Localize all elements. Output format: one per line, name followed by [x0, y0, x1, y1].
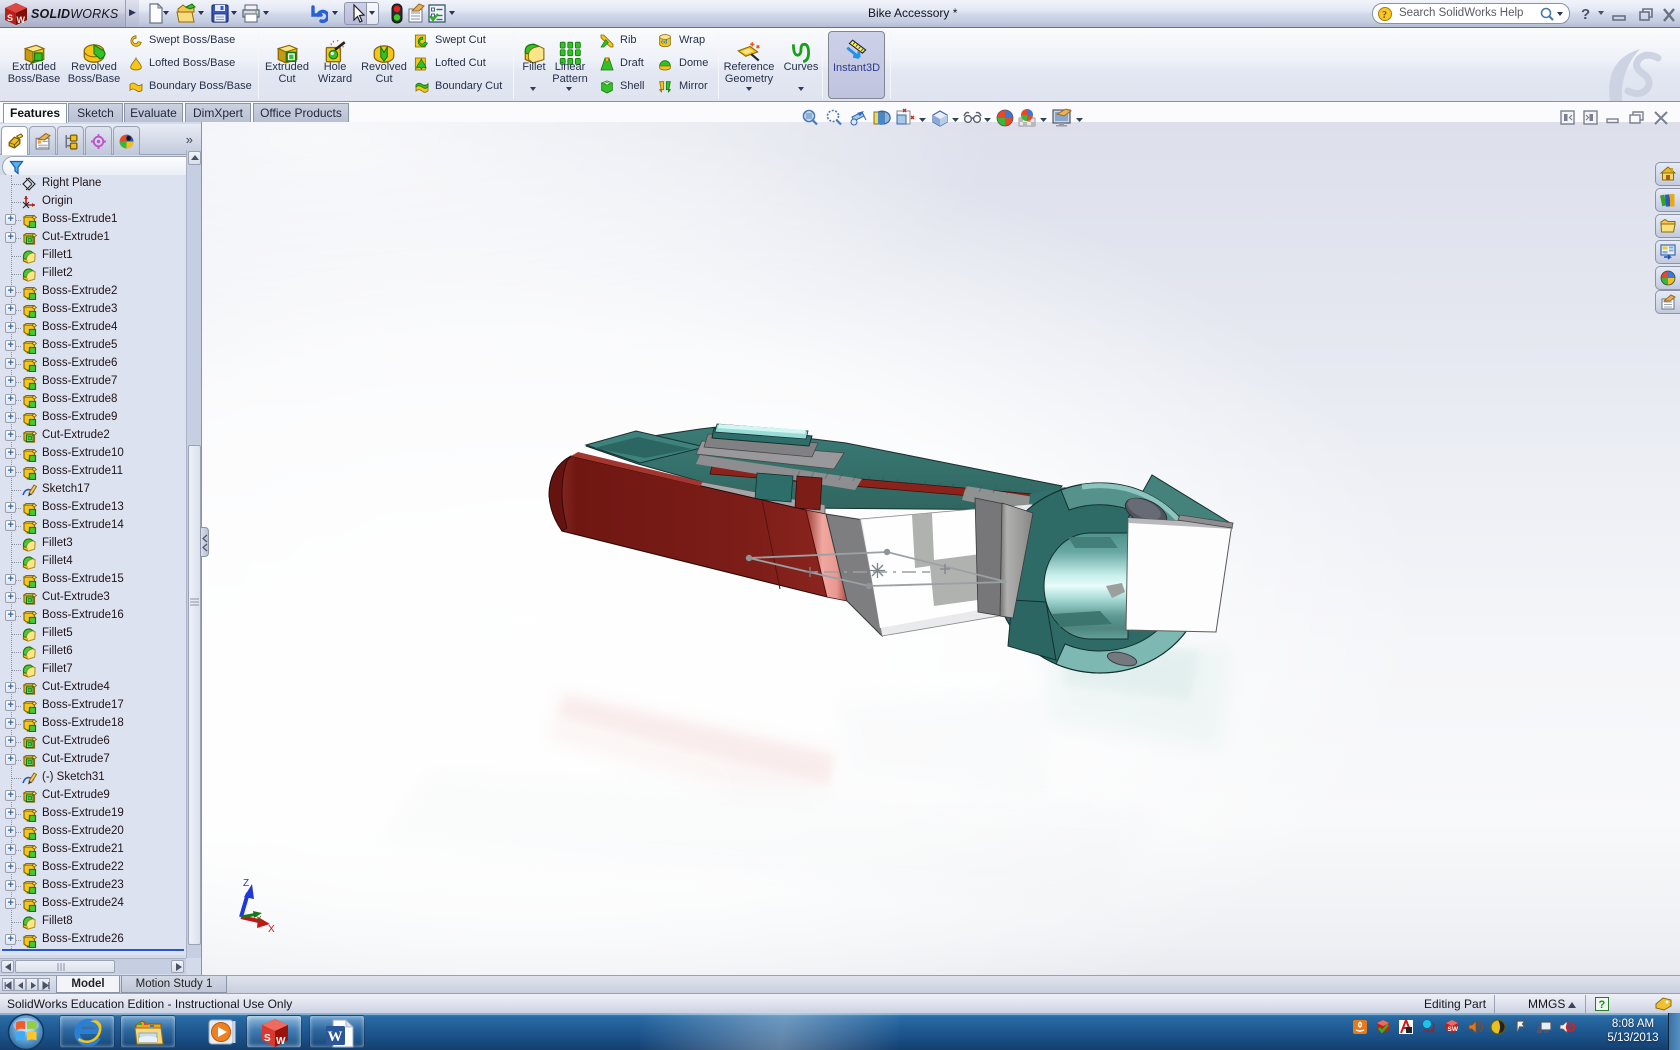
svg-text:?: ? — [1382, 10, 1387, 21]
svg-text:W: W — [276, 1036, 286, 1047]
svg-text:cd: cd — [661, 40, 667, 46]
svg-text:W: W — [17, 15, 26, 25]
svg-text:W: W — [328, 1029, 343, 1045]
svg-text:?: ? — [1599, 999, 1606, 1011]
svg-text:Z: Z — [243, 878, 249, 889]
svg-text:S: S — [264, 1033, 271, 1044]
svg-text:X: X — [268, 924, 275, 935]
svg-text:Y: Y — [256, 915, 262, 924]
svg-text:SW: SW — [1448, 1026, 1459, 1033]
svg-text:S: S — [7, 13, 13, 23]
